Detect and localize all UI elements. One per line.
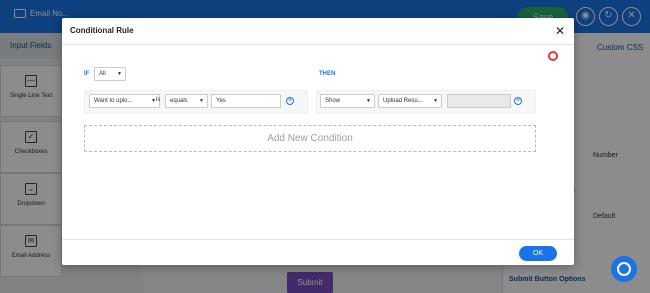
action-target-select[interactable]: Upload Resu... ▼: [378, 94, 442, 108]
is-label: is: [156, 97, 161, 103]
add-condition-plus-icon[interactable]: +: [286, 97, 294, 105]
caret-down-icon: ▼: [199, 98, 204, 104]
condition-operator-select[interactable]: equals ▼: [165, 94, 208, 108]
modal-footer-divider: [62, 239, 574, 240]
caret-down-icon: ▼: [433, 98, 438, 104]
caret-down-icon: ▼: [117, 71, 122, 77]
lifebuoy-icon[interactable]: [611, 256, 637, 282]
ok-button[interactable]: OK: [519, 246, 557, 261]
then-label: THEN: [319, 71, 336, 77]
add-action-plus-icon[interactable]: +: [514, 97, 522, 105]
help-icon[interactable]: [548, 51, 558, 61]
condition-value-input[interactable]: Yes: [211, 94, 281, 108]
conditional-rule-modal: Conditional Rule ✕ IF All ▼ THEN Want to …: [62, 18, 574, 265]
if-mode-select[interactable]: All ▼: [94, 67, 126, 81]
caret-down-icon: ▼: [366, 98, 371, 104]
if-label: IF: [84, 71, 90, 77]
modal-close-icon[interactable]: ✕: [555, 24, 565, 38]
condition-field-select[interactable]: Want to uplo... ▼: [89, 94, 160, 108]
action-select[interactable]: Show ▼: [320, 94, 375, 108]
action-extra-input[interactable]: [447, 94, 511, 108]
add-new-condition-button[interactable]: Add New Condition: [84, 125, 536, 152]
modal-title: Conditional Rule: [62, 18, 574, 45]
